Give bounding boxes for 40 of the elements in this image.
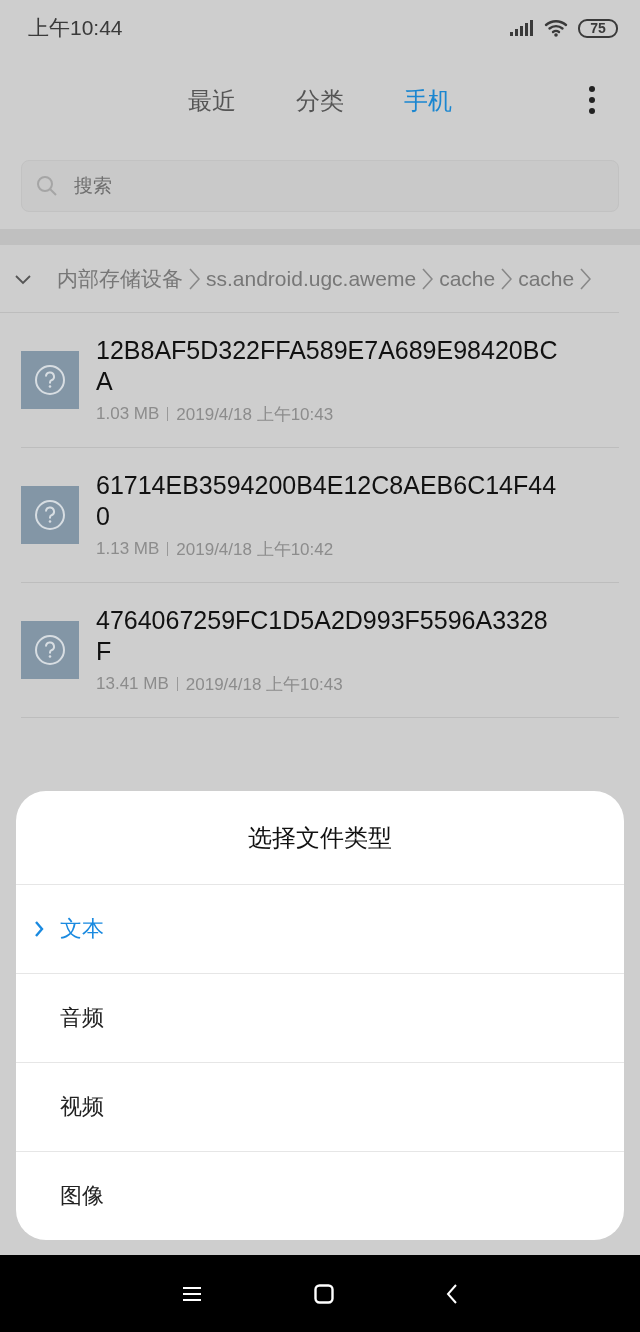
- breadcrumb-item[interactable]: cache: [439, 266, 496, 291]
- file-type-option[interactable]: 视频: [16, 1063, 624, 1152]
- unknown-file-icon: [21, 486, 79, 544]
- file-date: 2019/4/18 上午10:43: [185, 673, 343, 696]
- sheet-title: 选择文件类型: [16, 791, 624, 885]
- file-type-option[interactable]: 文本: [16, 885, 624, 974]
- signal-icon: [510, 20, 534, 36]
- file-name: 61714EB3594200B4E12C8AEB6C14F440: [96, 469, 558, 532]
- battery-icon: 75: [578, 18, 618, 38]
- breadcrumb-item[interactable]: ss.android.ugc.aweme: [206, 266, 417, 291]
- back-icon[interactable]: [446, 1283, 458, 1304]
- file-type-option[interactable]: 图像: [16, 1152, 624, 1240]
- chevron-right-icon: [34, 921, 44, 937]
- wifi-icon: [544, 19, 568, 37]
- file-name: 12B8AF5D322FFA589E7A689E98420BCA: [96, 334, 558, 397]
- breadcrumb-item[interactable]: cache: [518, 266, 575, 291]
- chevron-right-icon: [189, 267, 200, 290]
- collapse-icon[interactable]: [14, 272, 32, 285]
- breadcrumb-item[interactable]: 内部存储设备: [57, 264, 183, 293]
- tab[interactable]: 手机: [404, 85, 452, 117]
- tab[interactable]: 分类: [296, 85, 344, 117]
- file-date: 2019/4/18 上午10:42: [176, 538, 334, 561]
- file-name: 4764067259FC1D5A2D993F5596A3328F: [96, 604, 549, 667]
- unknown-file-icon: [21, 621, 79, 679]
- unknown-file-icon: [21, 351, 79, 409]
- file-type-option[interactable]: 音频: [16, 974, 624, 1063]
- file-date: 2019/4/18 上午10:43: [176, 403, 334, 426]
- menu-icon[interactable]: [182, 1285, 202, 1302]
- file-size: 1.13 MB: [96, 539, 160, 559]
- chevron-right-icon: [580, 267, 592, 290]
- file-size: 13.41 MB: [96, 674, 169, 694]
- more-icon[interactable]: [588, 85, 596, 115]
- status-time: 上午10:44: [28, 15, 124, 41]
- chevron-right-icon: [422, 267, 434, 290]
- home-icon[interactable]: [314, 1283, 334, 1304]
- search-icon: [36, 175, 58, 197]
- chevron-right-icon: [501, 267, 513, 290]
- file-size: 1.03 MB: [96, 404, 160, 424]
- tab[interactable]: 最近: [188, 85, 236, 117]
- search-field[interactable]: 搜索: [21, 160, 619, 212]
